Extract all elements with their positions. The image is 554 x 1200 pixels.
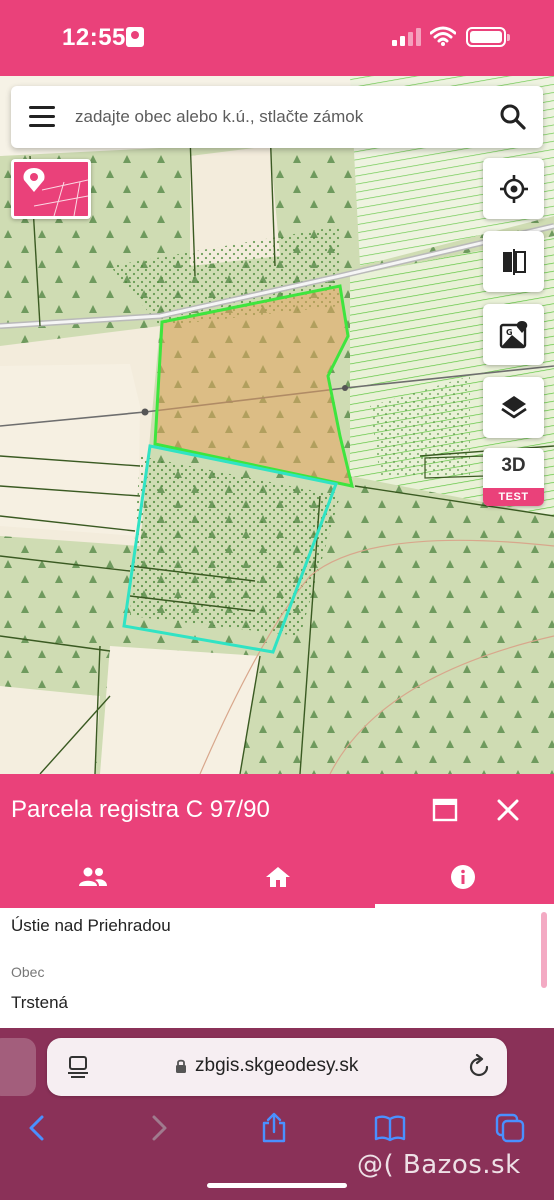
compare-icon <box>502 248 526 275</box>
hamburger-menu-icon[interactable] <box>29 106 55 128</box>
basemap-switcher-button[interactable] <box>11 159 91 219</box>
tab-parcel[interactable] <box>185 846 370 908</box>
panel-tabs <box>0 846 554 908</box>
compare-maps-button[interactable] <box>483 231 544 292</box>
url-text: zbgis.skgeodesy.sk <box>195 1055 359 1076</box>
scrollbar[interactable] <box>541 912 547 988</box>
share-icon[interactable] <box>258 1112 290 1144</box>
home-indicator <box>207 1183 347 1188</box>
status-time: 12:55 <box>62 24 126 51</box>
test-badge: TEST <box>483 488 544 506</box>
bookmarks-icon[interactable] <box>374 1112 406 1144</box>
layers-button[interactable] <box>483 377 544 438</box>
search-bar <box>11 86 543 148</box>
layers-icon <box>500 395 527 418</box>
tabs-icon[interactable] <box>494 1112 526 1144</box>
3d-view-button[interactable]: 3D TEST <box>483 448 544 506</box>
my-location-button[interactable] <box>483 158 544 219</box>
reload-icon[interactable] <box>467 1054 491 1080</box>
id-card-icon <box>126 27 144 47</box>
lock-icon <box>176 1059 186 1073</box>
google-maps-button[interactable]: G <box>483 304 544 365</box>
3d-label: 3D <box>501 455 526 476</box>
municipality-value: Trstená <box>11 993 69 1012</box>
cadastral-area-value: Ústie nad Priehradou <box>11 916 171 935</box>
search-input[interactable] <box>75 98 485 136</box>
municipality-label: Obec <box>11 964 45 980</box>
crosshair-icon <box>499 174 528 203</box>
page-menu-icon[interactable] <box>67 1055 89 1079</box>
previous-tab-preview[interactable] <box>0 1038 36 1096</box>
address-bar[interactable]: zbgis.skgeodesy.sk <box>47 1038 507 1096</box>
parcel-details[interactable]: Ústie nad Priehradou Obec Trstená <box>0 908 554 1028</box>
panel-title: Parcela registra C 97/90 <box>11 796 270 823</box>
cellular-signal-icon <box>392 28 421 46</box>
basemap-thumbnail <box>14 162 88 216</box>
home-icon <box>265 867 290 887</box>
battery-icon <box>466 27 510 47</box>
tab-info[interactable] <box>370 846 554 908</box>
wifi-icon <box>430 26 456 46</box>
watermark: @( Bazos.sk <box>357 1150 521 1180</box>
map-pin-icon: G <box>499 320 527 348</box>
forward-icon[interactable] <box>142 1112 174 1144</box>
back-icon[interactable] <box>22 1112 54 1144</box>
search-icon[interactable] <box>499 103 527 131</box>
maximize-icon[interactable] <box>432 798 458 822</box>
info-icon <box>450 865 475 889</box>
close-icon[interactable] <box>494 796 522 824</box>
people-icon <box>78 867 107 886</box>
tab-owners[interactable] <box>0 846 185 908</box>
map-view[interactable]: G 3D TEST <box>0 76 554 774</box>
status-bar: 12:55 <box>0 0 554 76</box>
parcel-panel-header: Parcela registra C 97/90 <box>0 774 554 846</box>
svg-text:G: G <box>506 328 513 337</box>
